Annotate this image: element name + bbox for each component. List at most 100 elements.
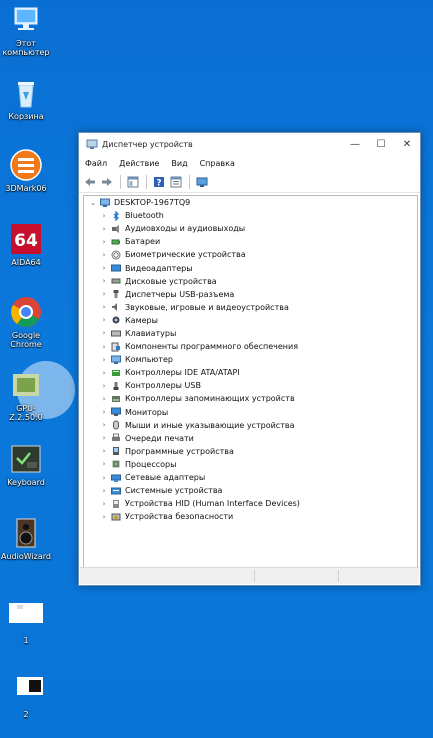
collapse-chevron-icon[interactable]: ⌄ [89, 199, 97, 207]
menu-help[interactable]: Справка [198, 159, 237, 168]
tree-item[interactable]: › Сетевые адаптеры [84, 471, 417, 484]
close-icon: ✕ [402, 138, 412, 150]
tree-item[interactable]: › Устройства безопасности [84, 510, 417, 523]
menu-view[interactable]: Вид [169, 159, 189, 168]
tree-item[interactable]: › Контроллеры USB [84, 379, 417, 392]
tree-item[interactable]: › Батареи [84, 235, 417, 248]
tree-item[interactable]: › Программные устройства [84, 445, 417, 458]
tree-item-label: Контроллеры IDE ATA/ATAPI [125, 368, 240, 378]
tree-item[interactable]: › Мониторы [84, 406, 417, 419]
show-hide-console-tree-button[interactable] [125, 175, 140, 190]
device-tree[interactable]: ⌄ DESKTOP-1967TQ9 › Bluetooth › Аудиовходы … [83, 195, 418, 568]
toolbar-separator [146, 175, 147, 189]
tree-item[interactable]: › Дисковые устройства [84, 275, 417, 288]
tree-item[interactable]: › Устройства HID (Human Interface Devices… [84, 497, 417, 510]
expand-chevron-icon[interactable]: › [100, 447, 108, 455]
tree-item[interactable]: › Процессоры [84, 458, 417, 471]
battery-icon [111, 237, 121, 247]
tree-item-label: Мыши и иные указывающие устройства [125, 420, 295, 430]
maximize-button[interactable]: ☐ [368, 133, 394, 155]
desktop-icon-audiowizard[interactable]: AudioWizard [0, 516, 52, 561]
desktop-icon-gpuz[interactable]: GPU-Z.2.50.0 [0, 368, 52, 422]
expand-chevron-icon[interactable]: › [100, 277, 108, 285]
help-button[interactable]: ? [151, 175, 166, 190]
expand-chevron-icon[interactable]: › [100, 434, 108, 442]
properties-button[interactable] [168, 175, 183, 190]
tree-item[interactable]: › Контроллеры запоминающих устройств [84, 392, 417, 405]
expand-chevron-icon[interactable]: › [100, 487, 108, 495]
desktop-icon-recycle-bin[interactable]: Корзина [0, 76, 52, 121]
tree-item[interactable]: › Bluetooth [84, 209, 417, 222]
tree-item[interactable]: › Видеоадаптеры [84, 261, 417, 274]
tree-item-label: Клавиатуры [125, 328, 177, 338]
expand-chevron-icon[interactable]: › [100, 316, 108, 324]
back-button[interactable] [82, 175, 97, 190]
desktop-icon-this-pc[interactable]: Этот компьютер [0, 3, 52, 57]
computer-icon [9, 3, 43, 37]
tree-item[interactable]: › Камеры [84, 314, 417, 327]
tree-item[interactable]: › Мыши и иные указывающие устройства [84, 419, 417, 432]
desktop-icon-label: GPU-Z.2.50.0 [9, 404, 43, 422]
svg-text:64: 64 [14, 231, 38, 251]
tree-item[interactable]: › Клавиатуры [84, 327, 417, 340]
properties-icon [170, 176, 181, 188]
title-bar[interactable]: Диспетчер устройств — ☐ ✕ [79, 133, 420, 155]
expand-chevron-icon[interactable]: › [100, 343, 108, 351]
desktop-icon-chrome[interactable]: Google Chrome [0, 295, 52, 349]
expand-chevron-icon[interactable]: › [100, 421, 108, 429]
expand-chevron-icon[interactable]: › [100, 395, 108, 403]
close-button[interactable]: ✕ [394, 133, 420, 155]
security-device-icon [111, 512, 121, 522]
expand-chevron-icon[interactable]: › [100, 251, 108, 259]
forward-arrow-icon [101, 178, 112, 186]
desktop-icon-aida64[interactable]: 64 AIDA64 [0, 222, 52, 267]
tree-item[interactable]: › Звуковые, игровые и видеоустройства [84, 301, 417, 314]
expand-chevron-icon[interactable]: › [100, 500, 108, 508]
forward-button[interactable] [99, 175, 114, 190]
tree-item-label: Устройства безопасности [125, 512, 234, 522]
network-adapter-icon [111, 473, 121, 483]
system-device-icon [111, 486, 121, 496]
expand-chevron-icon[interactable]: › [100, 290, 108, 298]
desktop-icon-label: AIDA64 [11, 258, 41, 267]
expand-chevron-icon[interactable]: › [100, 369, 108, 377]
tree-item[interactable]: › Аудиовходы и аудиовыходы [84, 222, 417, 235]
tree-item[interactable]: › Контроллеры IDE ATA/ATAPI [84, 366, 417, 379]
expand-chevron-icon[interactable]: › [100, 212, 108, 220]
expand-chevron-icon[interactable]: › [100, 356, 108, 364]
expand-chevron-icon[interactable]: › [100, 474, 108, 482]
back-arrow-icon [84, 178, 95, 186]
expand-chevron-icon[interactable]: › [100, 408, 108, 416]
menu-file[interactable]: Файл [83, 159, 109, 168]
expand-chevron-icon[interactable]: › [100, 238, 108, 246]
aida64-icon: 64 [9, 222, 43, 256]
tree-item-label: Видеоадаптеры [125, 263, 193, 273]
desktop-icon-keyboard[interactable]: Keyboard [0, 442, 52, 487]
desktop-icon-label: Корзина [8, 112, 44, 121]
expand-chevron-icon[interactable]: › [100, 329, 108, 337]
tree-root[interactable]: ⌄ DESKTOP-1967TQ9 [84, 196, 417, 209]
tree-item[interactable]: › Компоненты программного обеспечения [84, 340, 417, 353]
scan-hardware-button[interactable] [194, 175, 209, 190]
menu-action[interactable]: Действие [117, 159, 161, 168]
tree-item[interactable]: › Очереди печати [84, 432, 417, 445]
expand-chevron-icon[interactable]: › [100, 513, 108, 521]
tree-item[interactable]: › Биометрические устройства [84, 248, 417, 261]
desktop-icon-file-1[interactable]: 1 [0, 600, 52, 645]
desktop-icon-3dmark[interactable]: 3DMark06 [0, 148, 52, 193]
tree-item-label: Мониторы [125, 407, 169, 417]
expand-chevron-icon[interactable]: › [100, 382, 108, 390]
expand-chevron-icon[interactable]: › [100, 225, 108, 233]
expand-chevron-icon[interactable]: › [100, 264, 108, 272]
tree-item[interactable]: › Системные устройства [84, 484, 417, 497]
tree-item[interactable]: › Диспетчеры USB-разъема [84, 288, 417, 301]
minimize-button[interactable]: — [342, 133, 368, 155]
expand-chevron-icon[interactable]: › [100, 460, 108, 468]
help-icon: ? [153, 177, 164, 188]
keyboard-test-icon [9, 442, 43, 476]
recycle-bin-icon [9, 76, 43, 110]
expand-chevron-icon[interactable]: › [100, 303, 108, 311]
tree-item[interactable]: › Компьютер [84, 353, 417, 366]
desktop-icon-file-2[interactable]: 2 [0, 674, 52, 719]
image-file-icon [9, 674, 43, 708]
